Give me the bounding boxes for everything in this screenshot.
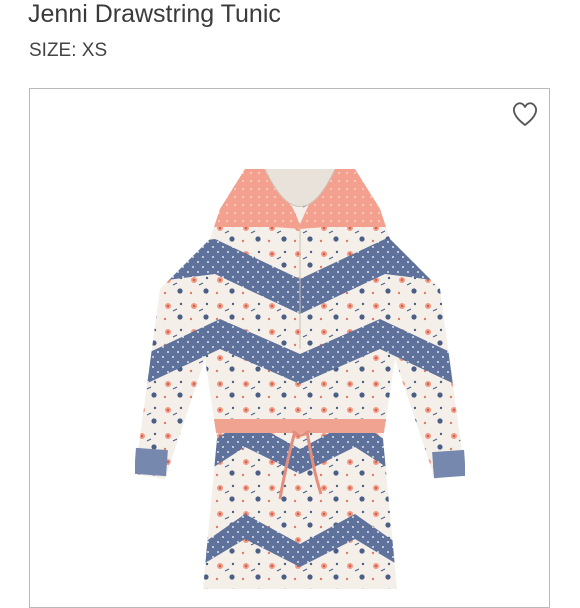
heart-icon[interactable] xyxy=(511,101,539,127)
product-image xyxy=(135,169,465,589)
product-size: SIZE: XS xyxy=(29,40,108,61)
product-image-card xyxy=(29,88,550,608)
product-title: Jenni Drawstring Tunic xyxy=(28,0,281,28)
